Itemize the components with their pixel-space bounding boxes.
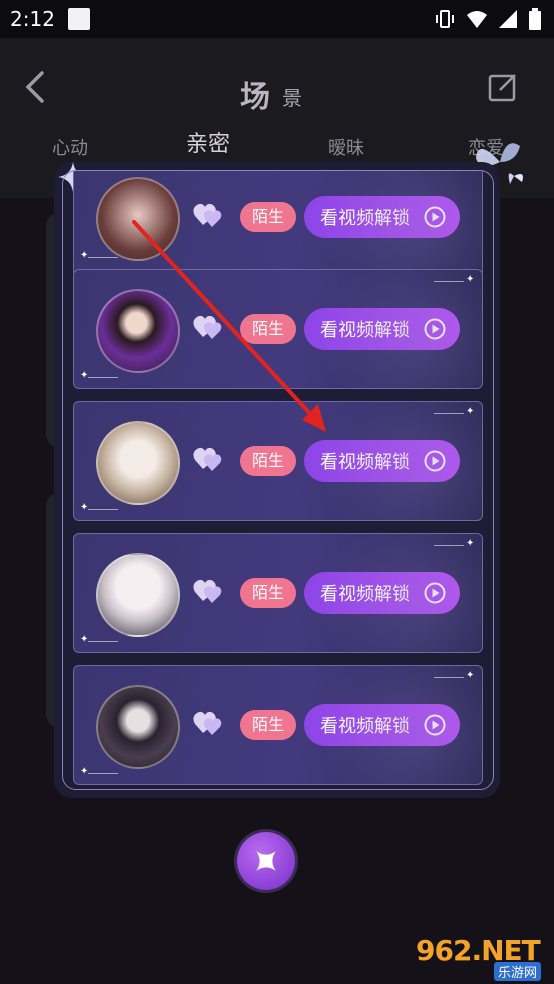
- watermark-sub: 乐游网: [494, 962, 542, 981]
- close-button[interactable]: [237, 832, 295, 890]
- watermark-logo: 962.NET 乐游网: [416, 934, 548, 981]
- close-icon: [256, 851, 276, 871]
